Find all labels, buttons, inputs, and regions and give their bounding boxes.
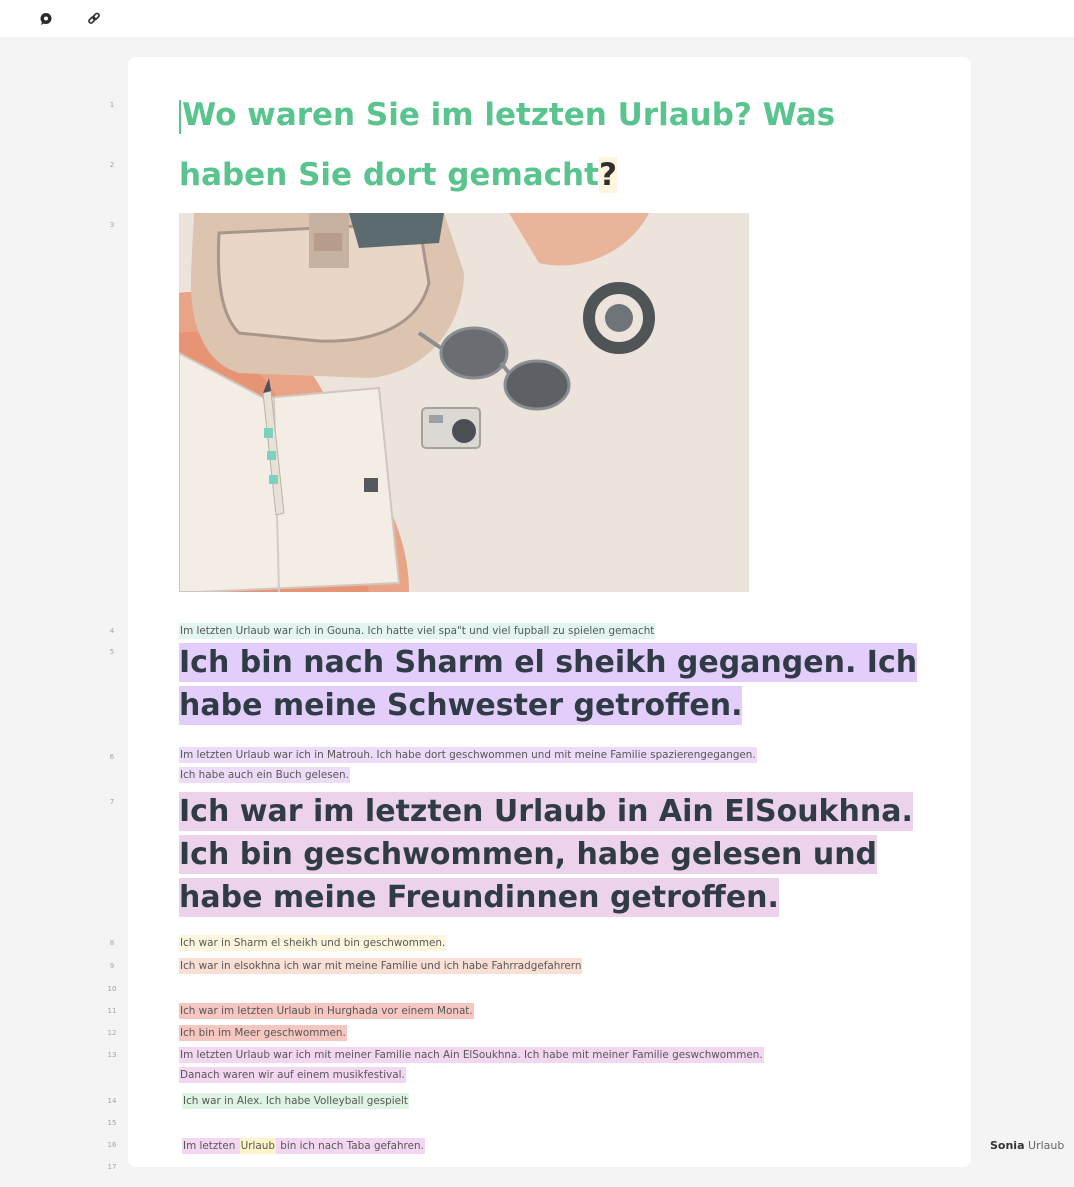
answer-line-13[interactable]: Im letzten Urlaub war ich mit meiner Fam… (179, 1044, 764, 1086)
commented-word[interactable]: Urlaub (239, 1138, 276, 1154)
line-number: 6 (109, 753, 115, 761)
answer-text: Im letzten Urlaub war ich in Matrouh. Ic… (179, 747, 757, 763)
line-number: 1 (109, 101, 115, 109)
line-number: 14 (107, 1097, 117, 1105)
line-number: 3 (109, 221, 115, 229)
line-number: 4 (109, 627, 115, 635)
answer-line-11[interactable]: Ich war im letzten Urlaub in Hurghada vo… (179, 1000, 474, 1022)
comment-icon[interactable] (36, 9, 56, 29)
answer-line-14[interactable]: Ich war in Alex. Ich habe Volleyball ges… (182, 1090, 410, 1112)
answer-text: Ich war im letzten Urlaub in Ain ElSoukh… (179, 792, 913, 831)
answer-line-7[interactable]: Ich war im letzten Urlaub in Ain ElSoukh… (179, 790, 913, 919)
title-line-1: Wo waren Sie im letzten Urlaub? Was (182, 97, 836, 133)
answer-line-4[interactable]: Im letzten Urlaub war ich in Gouna. Ich … (179, 620, 656, 642)
answer-text: Im letzten (182, 1138, 240, 1154)
line-number: 5 (109, 648, 115, 656)
answer-text: Ich war in Alex. Ich habe Volleyball ges… (182, 1093, 410, 1109)
answer-text: Danach waren wir auf einem musikfestival… (179, 1067, 406, 1083)
line-number: 15 (107, 1119, 117, 1127)
text-cursor (179, 99, 181, 134)
answer-text: Ich bin geschwommen, habe gelesen und (179, 835, 878, 874)
answer-text: Im letzten Urlaub war ich mit meiner Fam… (179, 1047, 764, 1063)
answer-line-8[interactable]: Ich war in Sharm el sheikh und bin gesch… (179, 932, 447, 954)
line-number: 7 (109, 798, 115, 806)
vacation-photo[interactable] (179, 213, 749, 592)
comment-author: Sonia (990, 1139, 1025, 1152)
answer-line-5[interactable]: Ich bin nach Sharm el sheikh gegangen. I… (179, 641, 918, 727)
line-number: 8 (109, 939, 115, 947)
answer-line-6[interactable]: Im letzten Urlaub war ich in Matrouh. Ic… (179, 744, 757, 786)
answer-text: habe meine Schwester getroffen. (179, 686, 743, 725)
line-number: 11 (107, 1007, 117, 1015)
line-number: 10 (107, 985, 117, 993)
answer-text: Ich war im letzten Urlaub in Hurghada vo… (179, 1003, 474, 1019)
toolbar (0, 0, 1074, 37)
answer-text: habe meine Freundinnen getroffen. (179, 878, 779, 917)
document-title[interactable]: Wo waren Sie im letzten Urlaub? Was habe… (179, 85, 835, 205)
line-number: 12 (107, 1029, 117, 1037)
answer-text: Ich bin im Meer geschwommen. (179, 1025, 347, 1041)
answer-line-9[interactable]: Ich war in elsokhna ich war mit meine Fa… (179, 955, 583, 977)
answer-text: Ich bin nach Sharm el sheikh gegangen. I… (179, 643, 918, 682)
answer-text: Ich habe auch ein Buch gelesen. (179, 767, 350, 783)
line-number: 17 (107, 1163, 117, 1171)
answer-text: bin ich nach Taba gefahren. (275, 1138, 425, 1154)
comment-text: Urlaub (1028, 1139, 1065, 1152)
answer-line-16[interactable]: Im letzten Urlaub bin ich nach Taba gefa… (182, 1135, 425, 1157)
side-comment[interactable]: Sonia Urlaub (990, 1139, 1064, 1152)
line-number: 2 (109, 161, 115, 169)
answer-text: Ich war in Sharm el sheikh und bin gesch… (179, 935, 447, 951)
answer-line-12[interactable]: Ich bin im Meer geschwommen. (179, 1022, 347, 1044)
title-line-2: haben Sie dort gemacht (179, 157, 599, 193)
line-number: 13 (107, 1051, 117, 1059)
line-number: 9 (109, 962, 115, 970)
line-number: 16 (107, 1141, 117, 1149)
answer-text: Ich war in elsokhna ich war mit meine Fa… (179, 958, 583, 974)
link-icon[interactable] (84, 9, 104, 29)
answer-text: Im letzten Urlaub war ich in Gouna. Ich … (179, 623, 656, 639)
title-question-mark: ? (598, 157, 617, 193)
